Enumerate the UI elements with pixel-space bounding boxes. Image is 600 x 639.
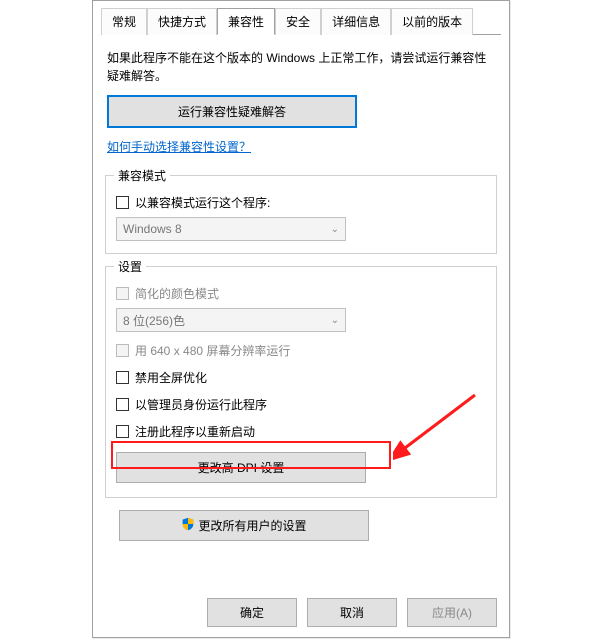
change-dpi-button[interactable]: 更改高 DPI 设置 (116, 452, 366, 483)
apply-label: 应用 (432, 606, 456, 620)
compatibility-mode-group-title: 兼容模式 (114, 167, 170, 184)
manual-settings-link[interactable]: 如何手动选择兼容性设置？ (107, 138, 251, 155)
tab-shortcut[interactable]: 快捷方式 (147, 8, 217, 35)
color-depth-select: 8 位(256)色 ⌄ (116, 308, 346, 332)
ok-button[interactable]: 确定 (207, 598, 297, 627)
compat-os-select-value: Windows 8 (123, 222, 182, 236)
cancel-button[interactable]: 取消 (307, 598, 397, 627)
low-res-label: 用 640 x 480 屏幕分辨率运行 (135, 342, 290, 359)
chevron-down-icon: ⌄ (331, 224, 339, 235)
run-as-admin-checkbox[interactable] (116, 398, 129, 411)
tab-general[interactable]: 常规 (101, 8, 147, 35)
compat-mode-label: 以兼容模式运行这个程序: (135, 194, 270, 211)
chevron-down-icon: ⌄ (331, 315, 339, 326)
register-restart-label: 注册此程序以重新启动 (135, 423, 255, 440)
tab-previous-versions[interactable]: 以前的版本 (391, 8, 473, 35)
run-as-admin-label: 以管理员身份运行此程序 (135, 396, 267, 413)
compat-mode-checkbox[interactable] (116, 196, 129, 209)
properties-dialog: 常规 快捷方式 兼容性 安全 详细信息 以前的版本 如果此程序不能在这个版本的 … (92, 0, 510, 638)
disable-fullscreen-checkbox[interactable] (116, 371, 129, 384)
compat-os-select: Windows 8 ⌄ (116, 217, 346, 241)
change-all-users-label: 更改所有用户的设置 (198, 517, 306, 534)
compatibility-mode-group: 兼容模式 以兼容模式运行这个程序: Windows 8 ⌄ (105, 175, 497, 254)
settings-group-title: 设置 (114, 258, 146, 275)
tab-details[interactable]: 详细信息 (321, 8, 391, 35)
tab-strip: 常规 快捷方式 兼容性 安全 详细信息 以前的版本 (101, 7, 501, 35)
reduced-color-checkbox (116, 287, 129, 300)
shield-icon (181, 517, 195, 534)
tab-content: 如果此程序不能在这个版本的 Windows 上正常工作，请尝试运行兼容性疑难解答… (93, 35, 509, 541)
intro-text: 如果此程序不能在这个版本的 Windows 上正常工作，请尝试运行兼容性疑难解答… (107, 49, 495, 85)
register-restart-checkbox[interactable] (116, 425, 129, 438)
viewport: 常规 快捷方式 兼容性 安全 详细信息 以前的版本 如果此程序不能在这个版本的 … (0, 0, 600, 639)
reduced-color-label: 简化的颜色模式 (135, 285, 219, 302)
apply-accel: (A) (456, 606, 472, 620)
dialog-footer: 确定 取消 应用(A) (207, 598, 497, 627)
apply-button[interactable]: 应用(A) (407, 598, 497, 627)
settings-group: 设置 简化的颜色模式 8 位(256)色 ⌄ 用 640 x 480 屏幕分辨率… (105, 266, 497, 498)
tab-security[interactable]: 安全 (275, 8, 321, 35)
disable-fullscreen-label: 禁用全屏优化 (135, 369, 207, 386)
change-all-users-button[interactable]: 更改所有用户的设置 (119, 510, 369, 541)
low-res-checkbox (116, 344, 129, 357)
tab-compatibility[interactable]: 兼容性 (217, 8, 275, 35)
color-depth-select-value: 8 位(256)色 (123, 312, 185, 329)
run-troubleshooter-button[interactable]: 运行兼容性疑难解答 (107, 95, 357, 128)
